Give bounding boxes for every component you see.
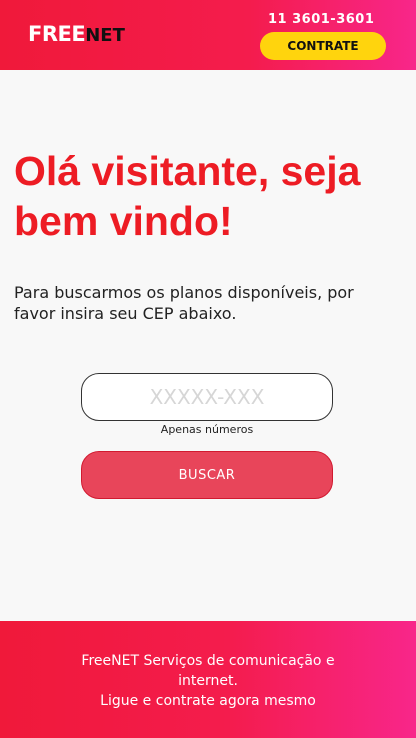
buscar-button[interactable]: BUSCAR [81,451,333,499]
footer-line1: FreeNET Serviços de comunicação e [81,653,335,669]
contrate-button[interactable]: CONTRATE [260,32,386,60]
top-header: FREENET 11 3601-3601 CONTRATE [0,0,416,70]
instructions-line1: Para buscarmos os planos disponíveis, po… [14,283,354,302]
welcome-title-line2: bem vindo! [14,198,233,244]
welcome-title-line1: Olá visitante, seja [14,148,361,194]
logo-net-text: NET [85,25,125,46]
freenet-logo[interactable]: FREENET [28,24,125,45]
footer-line2: internet. [178,673,238,689]
logo-free-text: FREE [28,22,86,46]
instructions-text: Para buscarmos os planos disponíveis, po… [14,282,404,324]
page: FREENET 11 3601-3601 CONTRATE Olá visita… [0,0,416,738]
cep-input[interactable] [81,373,333,421]
welcome-title: Olá visitante, seja bem vindo! [14,146,404,246]
instructions-line2: favor insira seu CEP abaixo. [14,304,237,323]
phone-number[interactable]: 11 3601-3601 [268,12,374,27]
footer: FreeNET Serviços de comunicação e intern… [0,621,416,738]
footer-line3: Ligue e contrate agora mesmo [100,693,316,709]
footer-text: FreeNET Serviços de comunicação e intern… [40,651,376,711]
cep-hint: Apenas números [160,423,254,436]
